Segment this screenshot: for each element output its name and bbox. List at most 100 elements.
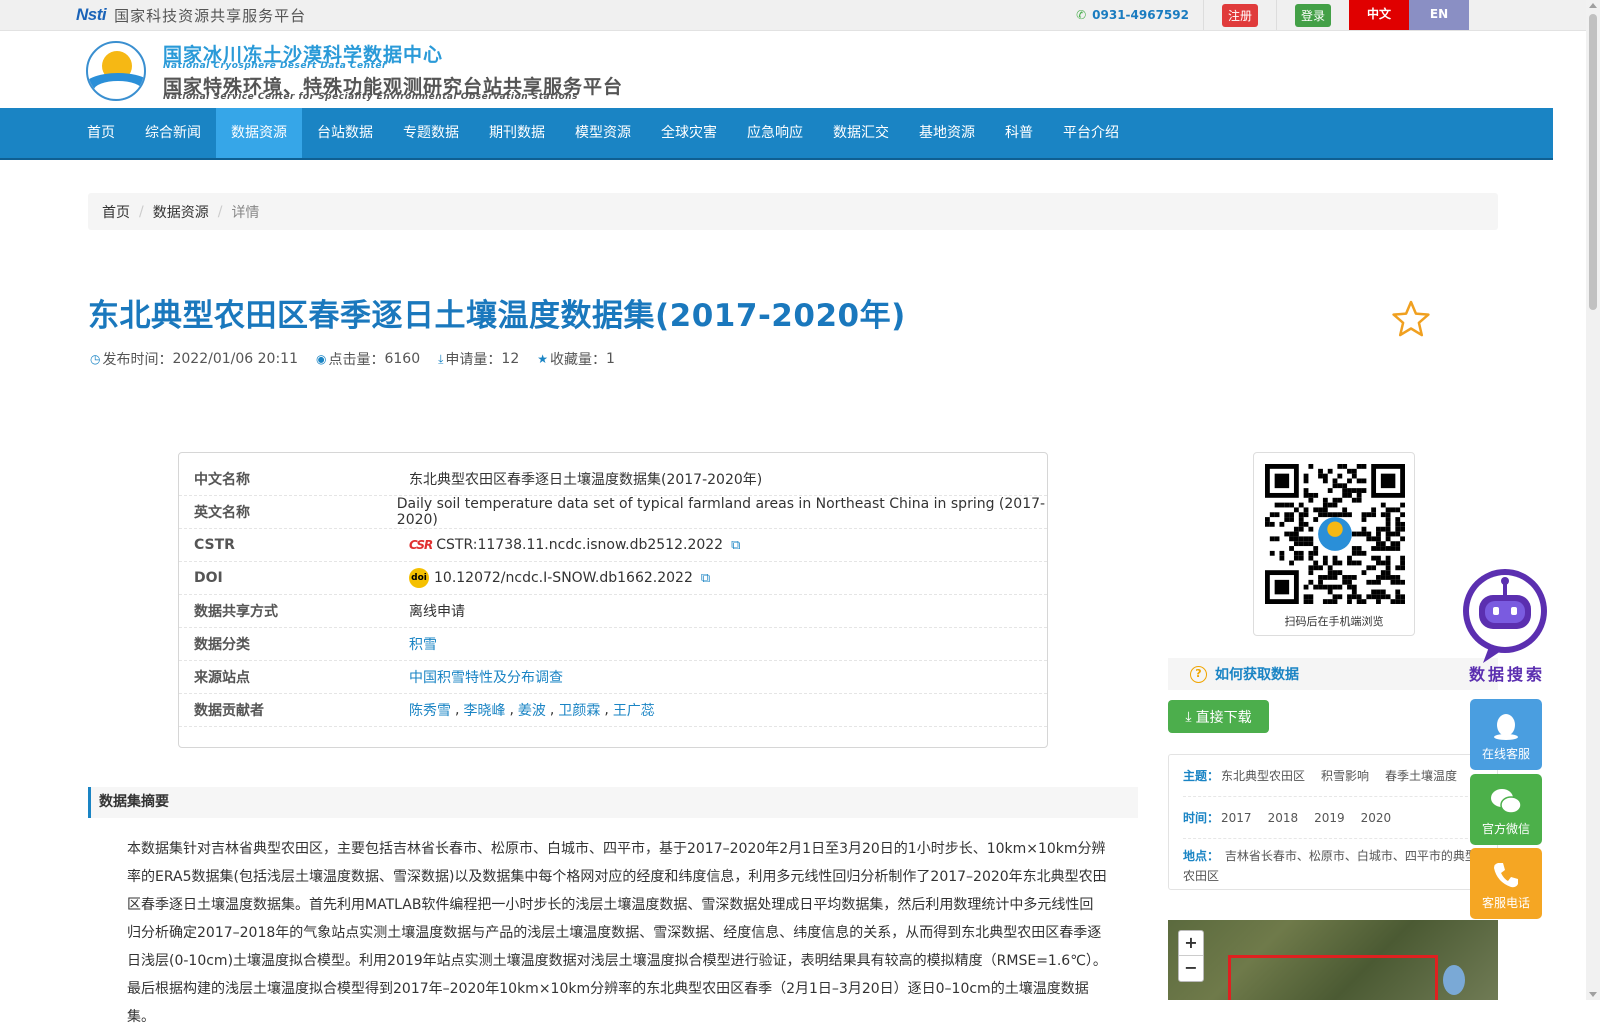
contributor-link[interactable]: 陈秀雪 (409, 700, 451, 720)
view-count: ◉ 点击量： 6160 (315, 351, 421, 368)
phone-number: ✆ 0931-4967592 (1076, 0, 1204, 30)
nav-model-resources[interactable]: 模型资源 (560, 108, 646, 158)
register-button[interactable]: 注册 (1221, 3, 1258, 27)
topic-tag[interactable]: 春季土壤温度 (1385, 767, 1457, 784)
topic-tag[interactable]: 积雪影响 (1321, 767, 1369, 784)
divider (1275, 0, 1277, 30)
breadcrumb-data-resources[interactable]: 数据资源 (153, 202, 209, 222)
scrollbar-thumb[interactable] (1589, 14, 1597, 310)
favorite-count: ★ 收藏量： 1 (537, 351, 615, 368)
contributor-link[interactable]: 王广蕊 (613, 700, 655, 720)
center-logo[interactable] (86, 41, 146, 101)
lang-english-button[interactable]: EN (1409, 0, 1469, 30)
how-to-get-data[interactable]: ? 如何获取数据 (1168, 658, 1498, 690)
top-bar: Nsti 国家科技资源共享服务平台 ✆ 0931-4967592 注册 登录 中… (0, 0, 1586, 31)
time-tag[interactable]: 2018 (1268, 811, 1299, 825)
nav-emergency-response[interactable]: 应急响应 (732, 108, 818, 158)
favorite-star-icon[interactable] (1391, 299, 1431, 339)
phone-icon: ✆ (1076, 8, 1087, 22)
data-search-label[interactable]: 数据搜索 (1459, 661, 1555, 685)
page-title: 东北典型农田区春季逐日土壤温度数据集(2017-2020年) (88, 298, 906, 334)
nav-about[interactable]: 平台介绍 (1048, 108, 1134, 158)
breadcrumb-current: 详情 (231, 204, 260, 221)
row-label: 来源站点 (194, 670, 250, 686)
cstr-logo: CSR (409, 538, 433, 552)
zoom-out-button[interactable]: − (1179, 956, 1203, 981)
contributor-link[interactable]: 李晓峰 (463, 700, 505, 720)
how-to-get-data-label: 如何获取数据 (1215, 667, 1299, 683)
metadata-tags: 主题： 东北典型农田区 积雪影响 春季土壤温度 时间： 2017 2018 20… (1168, 754, 1498, 890)
login-button[interactable]: 登录 (1294, 3, 1331, 27)
doi-value: 10.12072/ncdc.I-SNOW.db1662.2022 (434, 570, 693, 586)
row-label: 英文名称 (194, 505, 250, 521)
category-link[interactable]: 积雪 (409, 634, 437, 654)
external-link-icon[interactable]: ⧉ (701, 571, 710, 586)
table-row: 英文名称 Daily soil temperature data set of … (179, 496, 1047, 529)
topic-tags: 主题： 东北典型农田区 积雪影响 春季土壤温度 (1183, 755, 1483, 797)
place-value: 吉林省长春市、松原市、白城市、四平市的典型农田区 (1183, 849, 1477, 883)
lake-shape (1443, 965, 1465, 995)
breadcrumb-home[interactable]: 首页 (102, 202, 130, 222)
download-icon: ⤓ (438, 351, 444, 366)
location-map[interactable]: + − (1168, 920, 1498, 1000)
wechat-button[interactable]: 官方微信 (1470, 774, 1542, 845)
lang-chinese-button[interactable]: 中文 (1349, 0, 1409, 30)
direct-download-button[interactable]: ⤓ 直接下载 (1168, 700, 1269, 733)
nsti-logo[interactable]: Nsti 国家科技资源共享服务平台 (76, 5, 306, 25)
nsti-logo-mark: Nsti (76, 5, 107, 24)
scroll-up-arrow-icon[interactable] (1589, 3, 1597, 8)
publish-time: ◷ 发布时间： 2022/01/06 20:11 (90, 351, 298, 368)
time-tag[interactable]: 2017 (1221, 811, 1252, 825)
row-label: DOI (194, 570, 223, 586)
site-header: 国家冰川冻土沙漠科学数据中心 National Cryosphere Deser… (0, 31, 1586, 108)
clock-icon: ◷ (90, 352, 101, 366)
abstract-text: 本数据集针对吉林省典型农田区，主要包括吉林省长春市、松原市、白城市、四平市，基于… (127, 841, 1107, 1025)
scroll-down-arrow-icon[interactable] (1589, 992, 1597, 997)
eye-icon: ◉ (315, 352, 327, 366)
external-link-icon[interactable]: ⧉ (731, 538, 740, 553)
nav-station-data[interactable]: 台站数据 (302, 108, 388, 158)
page-scrollbar[interactable] (1586, 0, 1600, 1000)
question-icon: ? (1190, 665, 1207, 683)
nav-global-disasters[interactable]: 全球灾害 (646, 108, 732, 158)
main-nav: 首页 综合新闻 数据资源 台站数据 专题数据 期刊数据 模型资源 全球灾害 应急… (0, 108, 1553, 160)
chinese-name-value: 东北典型农田区春季逐日土壤温度数据集(2017-2020年) (409, 472, 763, 488)
table-row: CSTR CSR CSTR:11738.11.ncdc.isnow.db2512… (179, 529, 1047, 562)
breadcrumb: 首页 / 数据资源 / 详情 (88, 193, 1498, 230)
platform-subtitle-en: National Service Center for Speciality E… (163, 92, 578, 102)
zoom-in-button[interactable]: + (1179, 931, 1203, 956)
nav-thematic-data[interactable]: 专题数据 (388, 108, 474, 158)
source-station-link[interactable]: 中国积雪特性及分布调查 (409, 667, 563, 687)
online-service-button[interactable]: 在线客服 (1470, 699, 1542, 770)
table-row: DOI doi 10.12072/ncdc.I-SNOW.db1662.2022… (179, 562, 1047, 595)
row-label: 数据分类 (194, 637, 250, 653)
platform-title: 国家科技资源共享服务平台 (114, 6, 307, 25)
dataset-info-table: 中文名称 东北典型农田区春季逐日土壤温度数据集(2017-2020年) 英文名称… (178, 452, 1048, 748)
time-tags: 时间： 2017 2018 2019 2020 (1183, 797, 1483, 839)
nav-home[interactable]: 首页 (72, 108, 130, 158)
nav-news[interactable]: 综合新闻 (130, 108, 216, 158)
contributor-link[interactable]: 卫颜霖 (558, 700, 600, 720)
row-label: 中文名称 (194, 472, 250, 488)
table-row: 中文名称 东北典型农田区春季逐日土壤温度数据集(2017-2020年) (179, 463, 1047, 496)
time-tag[interactable]: 2019 (1314, 811, 1345, 825)
doi-logo: doi (409, 568, 429, 588)
nav-data-submission[interactable]: 数据汇交 (818, 108, 904, 158)
topic-tag[interactable]: 东北典型农田区 (1221, 767, 1305, 784)
table-row: 数据贡献者 陈秀雪 , 李晓峰 , 姜波 , 卫颜霖 , 王广蕊 (179, 694, 1047, 727)
abstract-heading: 数据集摘要 (88, 787, 1138, 818)
nav-base-resources[interactable]: 基地资源 (904, 108, 990, 158)
wechat-icon (1491, 789, 1522, 814)
star-icon: ★ (537, 352, 549, 366)
contributor-link[interactable]: 姜波 (518, 700, 546, 720)
nav-science[interactable]: 科普 (990, 108, 1048, 158)
nav-journal-data[interactable]: 期刊数据 (474, 108, 560, 158)
nav-data-resources[interactable]: 数据资源 (216, 108, 302, 158)
download-icon: ⤓ (1185, 708, 1192, 725)
phone-service-button[interactable]: 客服电话 (1470, 848, 1542, 919)
table-row: 来源站点 中国积雪特性及分布调查 (179, 661, 1047, 694)
cstr-value: CSTR:11738.11.ncdc.isnow.db2512.2022 (436, 537, 724, 553)
qq-icon (1494, 714, 1518, 740)
time-tag[interactable]: 2020 (1361, 811, 1392, 825)
top-right-links: ✆ 0931-4967592 注册 登录 中文 EN (1076, 0, 1469, 30)
